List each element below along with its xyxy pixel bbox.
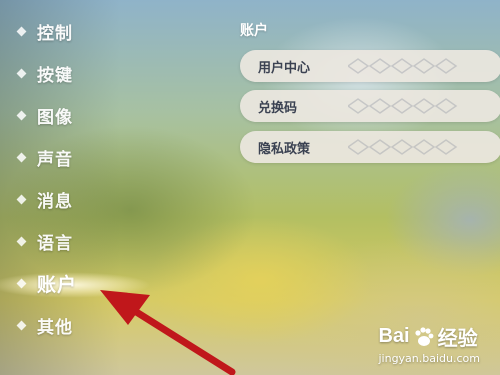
- red-arrow-icon: [100, 290, 236, 375]
- watermark-url: jingyan.baidu.com: [378, 352, 480, 365]
- logo-text: Bai: [378, 325, 410, 347]
- logo-text: 经验: [437, 328, 478, 350]
- baidu-jingyan-watermark: Bai 经验 jingyan.baidu.com: [378, 322, 480, 365]
- paw-icon: [415, 326, 434, 346]
- baidu-logo: Bai 经验: [378, 322, 480, 351]
